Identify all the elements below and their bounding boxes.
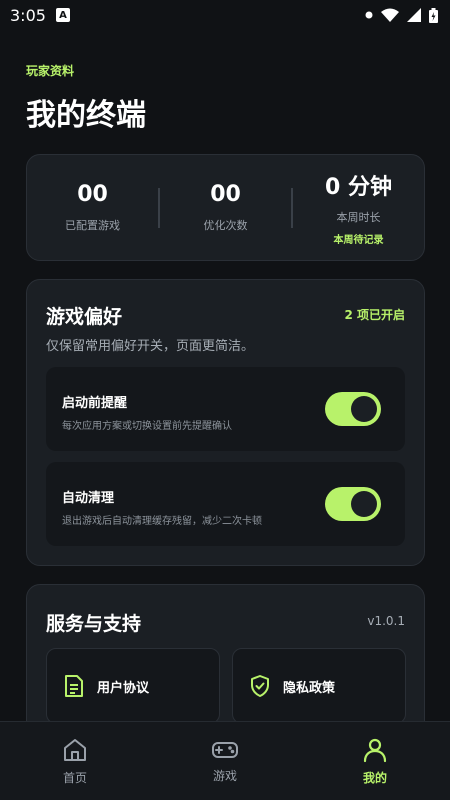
- preferences-enabled-count: 2 项已开启: [344, 308, 405, 322]
- page-subtitle: 玩家资料: [26, 64, 75, 78]
- stat-note: 本周待记录: [333, 235, 384, 246]
- bottom-nav: 首页 游戏 我的: [0, 721, 450, 800]
- document-icon: [65, 675, 83, 697]
- auto-clean-toggle[interactable]: [325, 487, 381, 521]
- signal-dot-icon: [365, 11, 373, 19]
- nav-label: 首页: [62, 770, 87, 785]
- gamepad-icon: [212, 741, 238, 758]
- user-agreement-button[interactable]: 用户协议: [46, 648, 220, 724]
- preferences-title: 游戏偏好: [46, 306, 123, 328]
- stat-label: 已配置游戏: [65, 219, 120, 232]
- preference-row-launch-reminder: 启动前提醒 每次应用方案或切换设置前先提醒确认: [46, 367, 405, 451]
- nav-label: 游戏: [212, 768, 237, 783]
- service-card: 服务与支持 v1.0.1 用户协议 隐私政策: [26, 584, 425, 744]
- preference-title: 自动清理: [62, 491, 115, 506]
- preferences-description: 仅保留常用偏好开关，页面更简洁。: [46, 339, 255, 354]
- stat-label: 本周时长: [336, 211, 381, 224]
- preference-description: 退出游戏后自动清理缓存残留，减少二次卡顿: [62, 516, 262, 527]
- nav-item-home[interactable]: 首页: [0, 722, 150, 800]
- version-label: v1.0.1: [367, 614, 405, 628]
- stat-value: 00: [210, 182, 241, 207]
- stat-value: 00: [77, 182, 108, 207]
- home-icon: [64, 738, 86, 761]
- stats-card: 00 已配置游戏 00 优化次数 0 分钟 本周时长 本周待记录: [26, 154, 425, 261]
- launch-reminder-toggle[interactable]: [325, 392, 381, 426]
- status-icons: [365, 7, 438, 23]
- nav-item-profile[interactable]: 我的: [300, 722, 450, 800]
- stat-value: 0 分钟: [325, 175, 392, 200]
- notification-icon: A: [55, 8, 70, 22]
- toggle-knob: [351, 491, 377, 517]
- nav-item-games[interactable]: 游戏: [150, 722, 300, 800]
- stat-label: 优化次数: [203, 219, 248, 232]
- stat-configured-games: 00 已配置游戏: [27, 155, 158, 260]
- page-title: 我的终端: [26, 98, 146, 133]
- cell-signal-icon: [407, 8, 421, 22]
- stat-optimizations: 00 优化次数: [160, 155, 291, 260]
- shield-check-icon: [251, 675, 269, 697]
- preference-row-auto-clean: 自动清理 退出游戏后自动清理缓存残留，减少二次卡顿: [46, 462, 405, 546]
- preference-description: 每次应用方案或切换设置前先提醒确认: [62, 421, 232, 432]
- status-time: 3:05: [10, 5, 46, 25]
- service-title: 服务与支持: [46, 613, 142, 635]
- battery-icon: [429, 7, 438, 23]
- wifi-icon: [381, 8, 399, 22]
- preference-title: 启动前提醒: [62, 396, 128, 411]
- nav-label: 我的: [362, 770, 387, 785]
- stat-weekly-time: 0 分钟 本周时长 本周待记录: [293, 155, 424, 260]
- privacy-policy-label: 隐私政策: [283, 680, 336, 696]
- status-bar: 3:05 A: [0, 0, 450, 30]
- user-icon: [363, 738, 387, 762]
- preferences-card: 游戏偏好 2 项已开启 仅保留常用偏好开关，页面更简洁。 启动前提醒 每次应用方…: [26, 279, 425, 566]
- privacy-policy-button[interactable]: 隐私政策: [232, 648, 406, 724]
- toggle-knob: [351, 396, 377, 422]
- user-agreement-label: 用户协议: [97, 680, 150, 696]
